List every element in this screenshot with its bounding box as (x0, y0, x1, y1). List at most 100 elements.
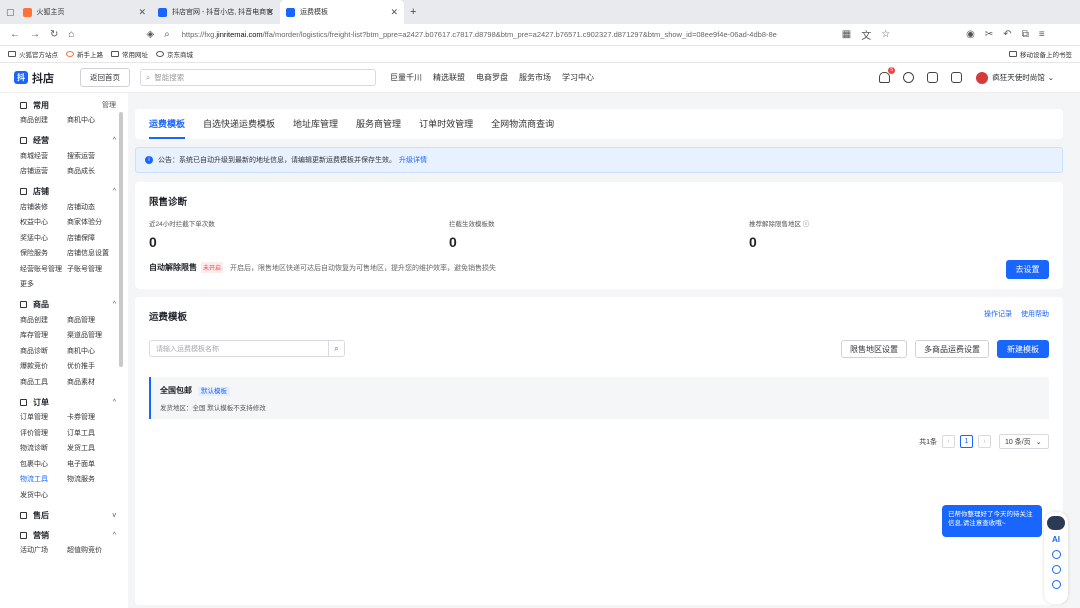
close-icon[interactable]: ✕ (266, 7, 274, 18)
browser-tab[interactable]: ▢ 火狐主页 ✕ (0, 0, 152, 24)
account-icon[interactable]: ◉ (966, 29, 975, 40)
lock-icon[interactable]: ⌕ (164, 29, 170, 40)
avatar[interactable] (976, 71, 989, 84)
nav-item[interactable]: 电商罗盘 (476, 72, 508, 83)
headset-icon[interactable] (903, 72, 915, 83)
sidebar-item[interactable]: 店铺运营 (20, 164, 67, 180)
feedback-icon[interactable] (1051, 580, 1061, 589)
robot-icon[interactable] (1047, 516, 1065, 530)
close-icon[interactable]: ✕ (138, 7, 146, 18)
browser-tab-active[interactable]: 运费模板 ✕ (280, 0, 404, 24)
tab-provider-manage[interactable]: 服务商管理 (356, 109, 401, 139)
tab-order-timeliness[interactable]: 订单时效管理 (419, 109, 473, 139)
tab-list-icon[interactable]: ▢ (6, 7, 15, 18)
sidebar-item[interactable]: 店铺保障 (67, 231, 117, 247)
reload-icon[interactable]: ↻ (50, 29, 58, 40)
group-toggle[interactable]: ^ (113, 301, 116, 308)
translate-icon[interactable]: 文 (861, 27, 871, 42)
upgrade-details-link[interactable]: 升级详情 (399, 155, 427, 165)
app-icon[interactable] (951, 72, 963, 83)
group-toggle[interactable]: v (113, 512, 117, 519)
tab-logistics-query[interactable]: 全网物流商查询 (491, 109, 554, 139)
tab-freight-template[interactable]: 运费模板 (149, 109, 186, 139)
message-icon[interactable] (927, 72, 939, 83)
nav-item[interactable]: 服务市场 (519, 72, 551, 83)
back-home-button[interactable]: 返回首页 (80, 68, 130, 87)
sidebar-item[interactable]: 发货工具 (67, 441, 117, 457)
sidebar-item[interactable]: 优价推手 (67, 359, 117, 375)
sidebar-item[interactable]: 商品诊断 (20, 344, 67, 360)
sidebar-item[interactable]: 渠道品管理 (67, 328, 117, 344)
nav-item[interactable]: 学习中心 (562, 72, 594, 83)
sidebar-item[interactable]: 卡券管理 (67, 410, 117, 426)
sidebar-item[interactable]: 物流诊断 (20, 441, 67, 457)
home-icon[interactable]: ⌂ (68, 29, 74, 40)
sidebar-item[interactable]: 物流服务 (67, 472, 117, 488)
sidebar-item[interactable]: 商品创建 (20, 313, 67, 329)
template-search-input[interactable]: 请输入运费模板名称 ⌕ (149, 340, 345, 357)
next-page-button[interactable]: › (978, 435, 991, 448)
help-link[interactable]: 使用帮助 (1021, 311, 1049, 318)
sidebar-item[interactable]: 爆款竞价 (20, 359, 67, 375)
extensions-icon[interactable]: ⧉ (1022, 29, 1029, 40)
qr-icon[interactable]: ▦ (842, 29, 851, 40)
sidebar-item[interactable]: 商品素材 (67, 375, 117, 391)
sidebar-item[interactable]: 评价管理 (20, 426, 67, 442)
restricted-region-button[interactable]: 限售地区设置 (841, 340, 907, 358)
group-toggle[interactable]: ^ (113, 188, 116, 195)
sidebar-item[interactable]: 物流工具 (20, 472, 67, 488)
sidebar-item[interactable]: 权益中心 (20, 215, 67, 231)
sidebar-group-header[interactable]: 订单 ^ (20, 394, 128, 410)
gift-icon[interactable] (1051, 565, 1061, 574)
close-icon[interactable]: ✕ (390, 7, 398, 18)
forward-icon[interactable]: → (30, 29, 40, 40)
sidebar-group-header[interactable]: 常用 管理 (20, 97, 128, 113)
sidebar-item[interactable]: 商城经营 (20, 149, 67, 165)
sidebar-group-header[interactable]: 商品 ^ (20, 297, 128, 313)
back-icon[interactable]: ← (10, 29, 20, 40)
sidebar-item[interactable]: 店铺装修 (20, 200, 67, 216)
nav-item[interactable]: 巨量千川 (390, 72, 422, 83)
multi-product-freight-button[interactable]: 多商品运费设置 (915, 340, 989, 358)
sidebar-item[interactable]: 库存管理 (20, 328, 67, 344)
sidebar-item[interactable]: 店铺信息设置 (67, 246, 117, 262)
browser-tab[interactable]: 抖店官网 - 抖音小店, 抖音电商官 ✕ (152, 0, 280, 24)
sidebar-group-header[interactable]: 店铺 ^ (20, 184, 128, 200)
doudian-logo[interactable]: 抖抖店 (14, 70, 54, 86)
sidebar-item[interactable]: 电子面单 (67, 457, 117, 473)
bookmark-item[interactable]: 新手上路 (66, 49, 103, 59)
sidebar-item[interactable]: 子账号管理 (67, 262, 117, 278)
ai-button[interactable]: AI (1044, 535, 1068, 544)
chevron-down-icon[interactable]: ⌄ (1048, 73, 1054, 82)
bell-icon[interactable]: 5 (879, 67, 896, 83)
go-settings-button[interactable]: 去设置 (1006, 260, 1049, 279)
sidebar-item[interactable]: 奖惩中心 (20, 231, 67, 247)
page-number[interactable]: 1 (960, 435, 973, 448)
search-icon[interactable]: ⌕ (328, 341, 344, 356)
sidebar-item[interactable]: 店铺动态 (67, 200, 117, 216)
sidebar-item[interactable]: 保险服务 (20, 246, 67, 262)
sidebar-item[interactable]: 更多 (20, 277, 67, 293)
sidebar-item[interactable]: 商家体验分 (67, 215, 117, 231)
sidebar-group-header[interactable]: 售后 v (20, 507, 128, 523)
sidebar-item[interactable]: 超值购竞价 (67, 543, 117, 559)
sidebar-item[interactable]: 订单管理 (20, 410, 67, 426)
screenshot-icon[interactable]: ✂ (985, 29, 993, 40)
group-toggle[interactable]: ^ (113, 137, 116, 144)
sidebar-group-header[interactable]: 经营 ^ (20, 133, 128, 149)
sidebar-item[interactable]: 商品工具 (20, 375, 67, 391)
group-toggle[interactable]: ^ (113, 532, 116, 539)
prev-page-button[interactable]: ‹ (942, 435, 955, 448)
group-toggle[interactable]: ^ (113, 399, 116, 406)
user-name[interactable]: 疯狂天使时尚馆 (992, 72, 1045, 83)
tab-express-template[interactable]: 自选快递运费模板 (203, 109, 275, 139)
sidebar-item[interactable]: 包裹中心 (20, 457, 67, 473)
assistant-bubble[interactable]: 已帮你整理好了今天的待关注信息,请注意查收哦~ (942, 505, 1042, 537)
sidebar-item[interactable]: 商品成长 (67, 164, 117, 180)
sidebar-item[interactable]: 商机中心 (67, 344, 117, 360)
shield-icon[interactable]: ◈ (146, 29, 154, 40)
mobile-bookmarks[interactable]: 移动设备上的书签 (1009, 49, 1072, 59)
bookmark-item[interactable]: 京东商城 (156, 49, 193, 59)
sidebar-item[interactable]: 搜索运营 (67, 149, 117, 165)
bookmark-item[interactable]: 火狐官方站点 (8, 49, 58, 59)
